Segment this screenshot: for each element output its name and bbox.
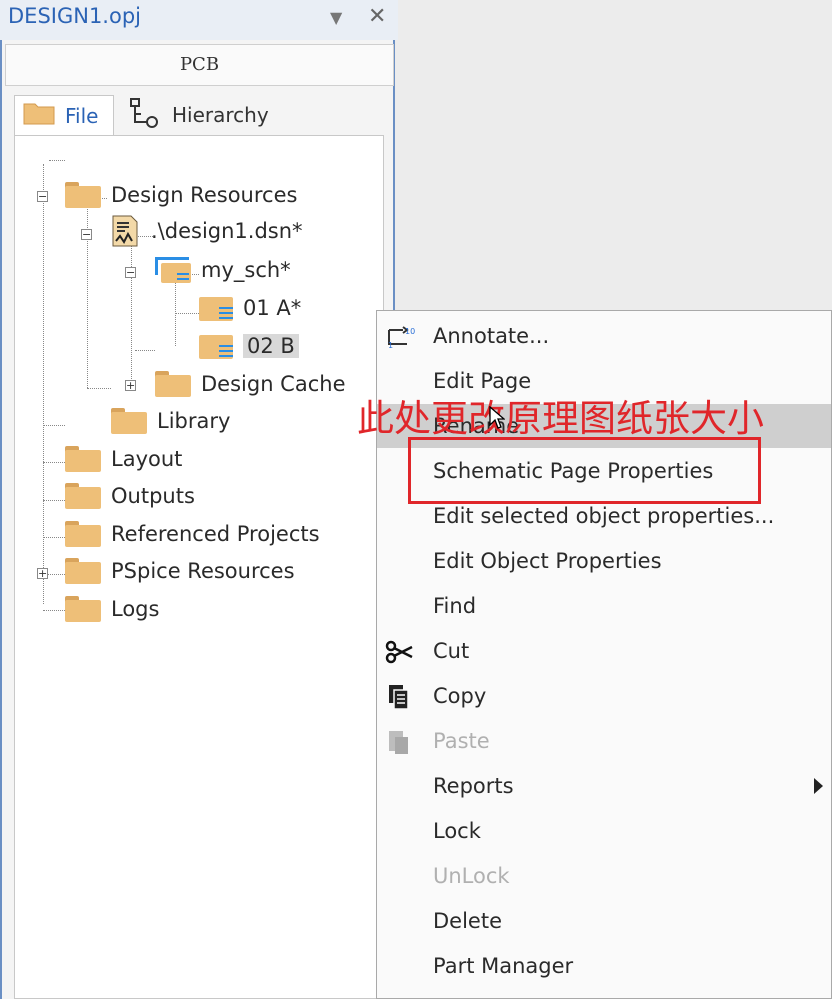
tab-file-label: File [65, 103, 99, 128]
tree-item-schematic[interactable]: my_sch* [155, 253, 291, 287]
expand-toggle[interactable]: + [37, 568, 48, 579]
menu-item-paste[interactable]: Paste [377, 719, 831, 763]
design-file-icon [111, 214, 141, 248]
menu-item-part-manager[interactable]: Part Manager [377, 944, 831, 988]
panel-tabs: File Hierarchy [14, 95, 388, 135]
folder-icon [65, 446, 101, 472]
tree-item-pspice-resources[interactable]: PSpice Resources [65, 554, 295, 588]
folder-icon [111, 408, 147, 434]
copy-icon [385, 684, 415, 710]
tree-item-design-cache[interactable]: Design Cache [155, 367, 346, 401]
chevron-down-icon[interactable]: ▼ [330, 8, 342, 27]
tree-item-referenced-projects[interactable]: Referenced Projects [65, 517, 320, 551]
collapse-toggle[interactable]: − [37, 191, 48, 202]
tree-item-page-02[interactable]: 02 B [199, 329, 299, 363]
menu-item-copy[interactable]: Copy [377, 674, 831, 718]
tree-item-logs[interactable]: Logs [65, 592, 159, 626]
schematic-page-icon [199, 333, 235, 359]
schematic-page-icon [199, 295, 235, 321]
menu-item-edit-object-properties[interactable]: Edit Object Properties [377, 539, 831, 583]
folder-icon [65, 483, 101, 509]
tab-file[interactable]: File [14, 95, 114, 135]
svg-text:10: 10 [405, 327, 415, 336]
folder-icon [155, 371, 191, 397]
close-icon[interactable]: ✕ [368, 4, 386, 29]
tree-item-page-01[interactable]: 01 A* [199, 291, 301, 325]
tree-item-design-resources[interactable]: Design Resources [65, 178, 297, 212]
mouse-cursor-icon [489, 405, 506, 434]
annotation-text: 此处更改原理图纸张大小 [357, 397, 764, 440]
tree-item-layout[interactable]: Layout [65, 442, 182, 476]
project-tree: − − − + + Design Resources .\design1.dsn… [14, 135, 384, 999]
folder-icon [23, 101, 55, 130]
tree-item-outputs[interactable]: Outputs [65, 479, 195, 513]
tab-hierarchy[interactable]: Hierarchy [124, 95, 274, 135]
project-titlebar: DESIGN1.opj ▼ ✕ [0, 0, 398, 40]
menu-item-unlock[interactable]: UnLock [377, 854, 831, 898]
folder-icon [65, 558, 101, 584]
menu-item-delete[interactable]: Delete [377, 899, 831, 943]
menu-item-reports[interactable]: Reports [377, 764, 831, 808]
annotation-highlight-box [408, 437, 761, 504]
panel-header: PCB [5, 44, 394, 86]
expand-toggle[interactable]: + [125, 380, 136, 391]
menu-item-lock[interactable]: Lock [377, 809, 831, 853]
project-manager-panel: PCB File Hierarchy − − − + + Design Reso… [0, 40, 395, 999]
submenu-arrow-icon [814, 778, 823, 794]
project-title: DESIGN1.opj [8, 4, 141, 28]
folder-icon [65, 182, 101, 208]
collapse-toggle[interactable]: − [125, 267, 136, 278]
tab-hierarchy-label: Hierarchy [172, 103, 269, 127]
annotate-icon: 10 1 [385, 324, 415, 350]
hierarchy-icon [128, 97, 162, 133]
menu-item-annotate[interactable]: 10 1 Annotate... [377, 314, 831, 358]
folder-icon [65, 521, 101, 547]
folder-icon [65, 596, 101, 622]
svg-text:1: 1 [388, 341, 393, 350]
scissors-icon [385, 639, 415, 665]
collapse-toggle[interactable]: − [81, 229, 92, 240]
schematic-folder-icon [155, 257, 191, 283]
menu-item-cut[interactable]: Cut [377, 629, 831, 673]
tree-item-design-file[interactable]: .\design1.dsn* [111, 214, 303, 248]
tree-item-library[interactable]: Library [111, 404, 230, 438]
menu-item-find[interactable]: Find [377, 584, 831, 628]
paste-icon [385, 729, 415, 755]
